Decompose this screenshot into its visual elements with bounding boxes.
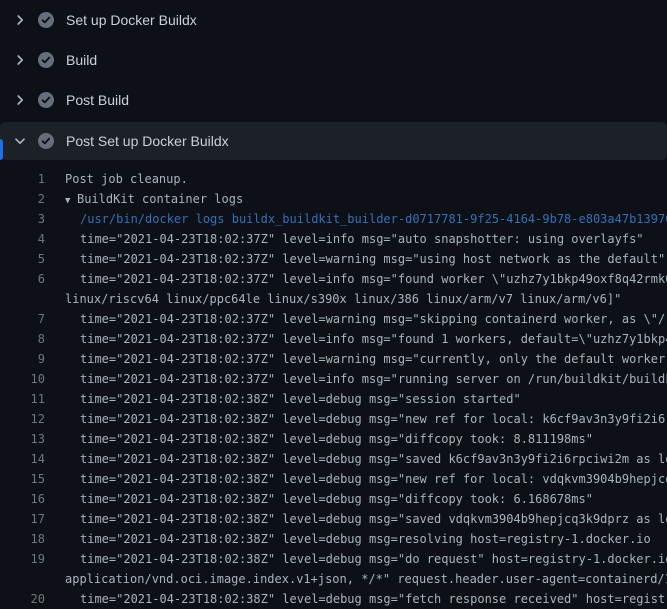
log-row: 15time="2021-04-23T18:02:38Z" level=debu… — [0, 469, 667, 489]
check-circle-icon — [38, 52, 54, 68]
log-row: 18time="2021-04-23T18:02:38Z" level=debu… — [0, 529, 667, 549]
log-row: 6time="2021-04-23T18:02:37Z" level=info … — [0, 269, 667, 289]
line-number[interactable]: 11 — [0, 389, 45, 409]
log-text: linux/riscv64 linux/ppc64le linux/s390x … — [45, 289, 621, 309]
step-label: Post Set up Docker Buildx — [66, 133, 229, 149]
group-toggle-icon[interactable]: ▼ — [65, 191, 77, 209]
log-row: 2▼BuildKit container logs — [0, 189, 667, 209]
line-number[interactable]: 16 — [0, 489, 45, 509]
line-number — [0, 569, 45, 589]
chevron-right-icon[interactable] — [12, 12, 28, 28]
step-row-post-build[interactable]: Post Build — [0, 80, 667, 120]
line-number[interactable]: 4 — [0, 229, 45, 249]
log-row: 14time="2021-04-23T18:02:38Z" level=debu… — [0, 449, 667, 469]
chevron-right-icon[interactable] — [12, 52, 28, 68]
step-row-post-set-up-docker-buildx[interactable]: Post Set up Docker Buildx — [0, 122, 667, 160]
log-row: 3/usr/bin/docker logs buildx_buildkit_bu… — [0, 209, 667, 229]
step-label: Post Build — [66, 92, 129, 108]
chevron-right-icon[interactable] — [12, 92, 28, 108]
log-text: time="2021-04-23T18:02:38Z" level=debug … — [45, 389, 521, 409]
line-number[interactable]: 15 — [0, 469, 45, 489]
group-label: BuildKit container logs — [77, 192, 243, 206]
log-text: time="2021-04-23T18:02:38Z" level=debug … — [45, 589, 667, 609]
line-number[interactable]: 2 — [0, 189, 45, 209]
log-text: time="2021-04-23T18:02:38Z" level=debug … — [45, 489, 593, 509]
log-row: 1Post job cleanup. — [0, 169, 667, 189]
log-text: time="2021-04-23T18:02:38Z" level=debug … — [45, 409, 667, 429]
line-number[interactable]: 9 — [0, 349, 45, 369]
line-number[interactable]: 10 — [0, 369, 45, 389]
log-row: 10time="2021-04-23T18:02:37Z" level=info… — [0, 369, 667, 389]
log-text: time="2021-04-23T18:02:38Z" level=debug … — [45, 509, 667, 529]
log-row: 9time="2021-04-23T18:02:37Z" level=warni… — [0, 349, 667, 369]
log-row: application/vnd.oci.image.index.v1+json,… — [0, 569, 667, 589]
log-row: 4time="2021-04-23T18:02:37Z" level=info … — [0, 229, 667, 249]
log-row: 12time="2021-04-23T18:02:38Z" level=debu… — [0, 409, 667, 429]
log-text: time="2021-04-23T18:02:37Z" level=info m… — [45, 229, 644, 249]
line-number[interactable]: 5 — [0, 249, 45, 269]
active-step-indicator — [0, 139, 3, 160]
log-text: time="2021-04-23T18:02:38Z" level=debug … — [45, 429, 593, 449]
log-viewer: 1Post job cleanup.2▼BuildKit container l… — [0, 160, 667, 609]
log-row: 16time="2021-04-23T18:02:38Z" level=debu… — [0, 489, 667, 509]
log-command-text: /usr/bin/docker logs buildx_buildkit_bui… — [45, 209, 667, 229]
log-row: 20time="2021-04-23T18:02:38Z" level=debu… — [0, 589, 667, 609]
log-text: time="2021-04-23T18:02:37Z" level=warnin… — [45, 309, 667, 329]
step-label: Build — [66, 52, 97, 68]
log-row: 19time="2021-04-23T18:02:38Z" level=debu… — [0, 549, 667, 569]
line-number[interactable]: 12 — [0, 409, 45, 429]
line-number[interactable]: 20 — [0, 589, 45, 609]
log-row: 11time="2021-04-23T18:02:38Z" level=debu… — [0, 389, 667, 409]
log-text: Post job cleanup. — [45, 169, 188, 189]
line-number[interactable]: 13 — [0, 429, 45, 449]
line-number[interactable]: 3 — [0, 209, 45, 229]
log-text: time="2021-04-23T18:02:38Z" level=debug … — [45, 549, 667, 569]
line-number[interactable]: 19 — [0, 549, 45, 569]
line-number[interactable]: 1 — [0, 169, 45, 189]
line-number — [0, 289, 45, 309]
step-row-set-up-docker-buildx[interactable]: Set up Docker Buildx — [0, 0, 667, 40]
log-text: time="2021-04-23T18:02:38Z" level=debug … — [45, 449, 667, 469]
log-text: time="2021-04-23T18:02:37Z" level=warnin… — [45, 249, 665, 269]
log-row: 8time="2021-04-23T18:02:37Z" level=info … — [0, 329, 667, 349]
log-text: time="2021-04-23T18:02:37Z" level=info m… — [45, 329, 667, 349]
line-number[interactable]: 8 — [0, 329, 45, 349]
log-row: 17time="2021-04-23T18:02:38Z" level=debu… — [0, 509, 667, 529]
log-text: time="2021-04-23T18:02:37Z" level=info m… — [45, 269, 667, 289]
step-row-build[interactable]: Build — [0, 40, 667, 80]
line-number[interactable]: 17 — [0, 509, 45, 529]
steps-list: Set up Docker Buildx Build Post Build Post … — [0, 0, 667, 160]
check-circle-icon — [38, 12, 54, 28]
log-text: time="2021-04-23T18:02:38Z" level=debug … — [45, 529, 651, 549]
log-row: 5time="2021-04-23T18:02:37Z" level=warni… — [0, 249, 667, 269]
check-circle-icon — [38, 92, 54, 108]
log-text: time="2021-04-23T18:02:37Z" level=info m… — [45, 369, 667, 389]
log-row: 13time="2021-04-23T18:02:38Z" level=debu… — [0, 429, 667, 449]
line-number[interactable]: 14 — [0, 449, 45, 469]
step-label: Set up Docker Buildx — [66, 12, 197, 28]
line-number[interactable]: 18 — [0, 529, 45, 549]
log-text: time="2021-04-23T18:02:37Z" level=warnin… — [45, 349, 667, 369]
log-text: time="2021-04-23T18:02:38Z" level=debug … — [45, 469, 667, 489]
log-text: application/vnd.oci.image.index.v1+json,… — [45, 569, 667, 589]
log-row: linux/riscv64 linux/ppc64le linux/s390x … — [0, 289, 667, 309]
log-text: ▼BuildKit container logs — [45, 189, 243, 209]
chevron-down-icon[interactable] — [12, 133, 28, 149]
log-row: 7time="2021-04-23T18:02:37Z" level=warni… — [0, 309, 667, 329]
line-number[interactable]: 7 — [0, 309, 45, 329]
check-circle-icon — [38, 133, 54, 149]
line-number[interactable]: 6 — [0, 269, 45, 289]
